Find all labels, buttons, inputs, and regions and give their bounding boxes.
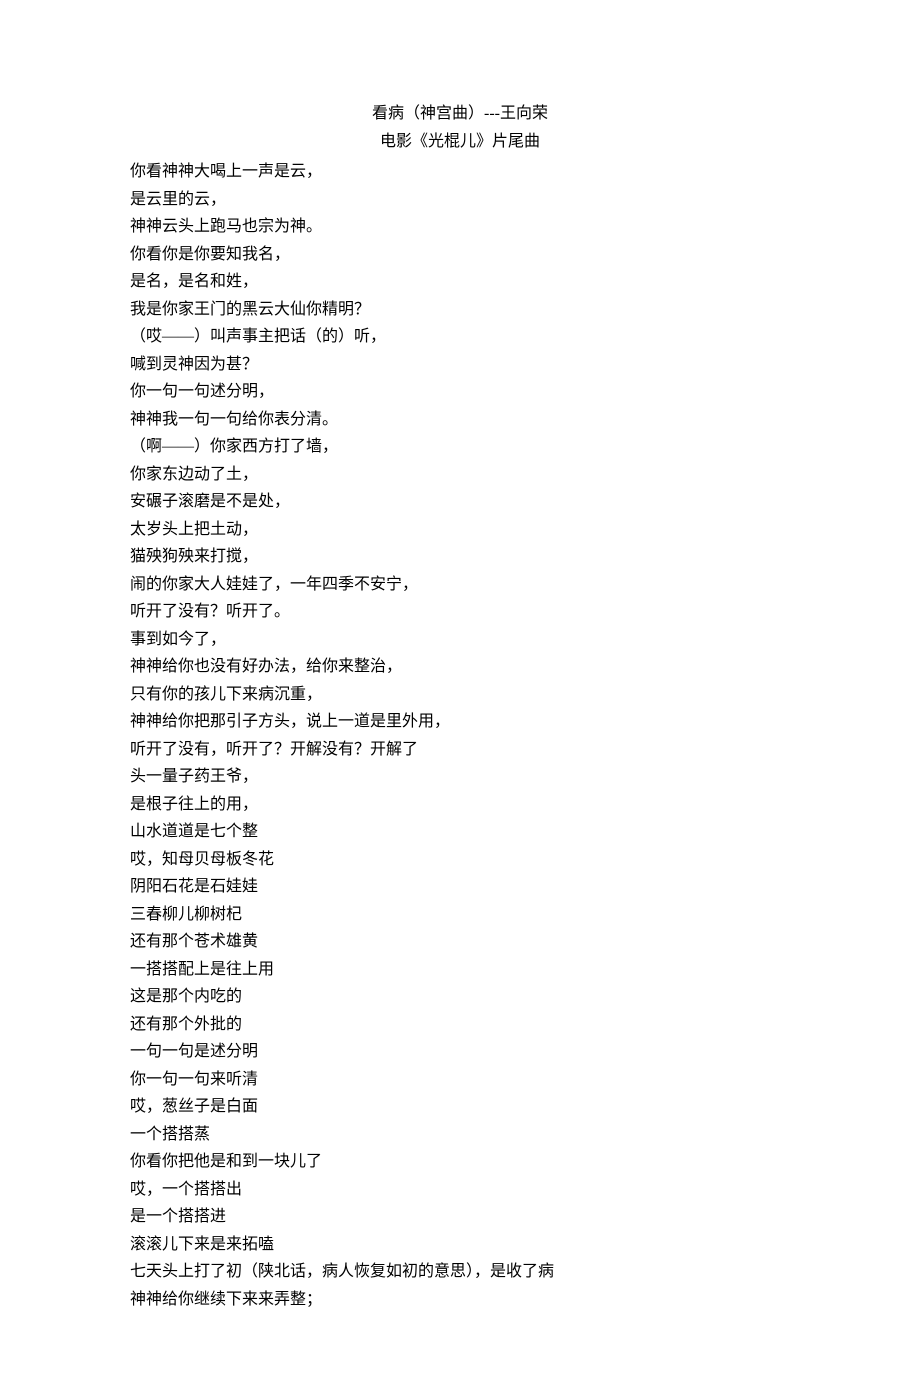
lyrics-body: 你看神神大喝上一声是云，是云里的云，神神云头上跑马也宗为神。你看你是你要知我名，… <box>130 158 790 1313</box>
lyric-line: 哎，知母贝母板冬花 <box>130 846 790 874</box>
lyric-line: 还有那个苍术雄黄 <box>130 928 790 956</box>
lyric-line: 太岁头上把土动， <box>130 516 790 544</box>
lyric-line: 闹的你家大人娃娃了，一年四季不安宁， <box>130 571 790 599</box>
lyric-line: 你看神神大喝上一声是云， <box>130 158 790 186</box>
lyric-line: 一句一句是述分明 <box>130 1038 790 1066</box>
lyric-line: 哎，葱丝子是白面 <box>130 1093 790 1121</box>
lyric-line: 神神云头上跑马也宗为神。 <box>130 213 790 241</box>
lyric-line: 哎，一个搭搭出 <box>130 1176 790 1204</box>
lyric-line: 神神给你也没有好办法，给你来整治， <box>130 653 790 681</box>
lyric-line: 听开了没有，听开了？开解没有？开解了 <box>130 736 790 764</box>
lyric-line: 事到如今了， <box>130 626 790 654</box>
lyric-line: 是云里的云， <box>130 186 790 214</box>
lyric-line: （哎——）叫声事主把话（的）听， <box>130 323 790 351</box>
lyric-line: 还有那个外批的 <box>130 1011 790 1039</box>
lyric-line: 我是你家王门的黑云大仙你精明？ <box>130 296 790 324</box>
lyric-line: 这是那个内吃的 <box>130 983 790 1011</box>
lyric-line: 神神给你继续下来来弄整； <box>130 1286 790 1314</box>
lyric-line: 你看你把他是和到一块儿了 <box>130 1148 790 1176</box>
lyric-line: 神神我一句一句给你表分清。 <box>130 406 790 434</box>
song-title: 看病（神宫曲）---王向荣 <box>130 100 790 128</box>
lyric-line: （啊——）你家西方打了墙， <box>130 433 790 461</box>
lyric-line: 山水道道是七个整 <box>130 818 790 846</box>
lyric-line: 你家东边动了土， <box>130 461 790 489</box>
lyric-line: 喊到灵神因为甚？ <box>130 351 790 379</box>
lyric-line: 你一句一句来听清 <box>130 1066 790 1094</box>
lyric-line: 是根子往上的用， <box>130 791 790 819</box>
lyric-line: 七天头上打了初（陕北话，病人恢复如初的意思），是收了病 <box>130 1258 790 1286</box>
lyric-line: 你一句一句述分明， <box>130 378 790 406</box>
lyric-line: 滚滚儿下来是来拓嗑 <box>130 1231 790 1259</box>
lyric-line: 听开了没有？听开了。 <box>130 598 790 626</box>
lyric-line: 是一个搭搭进 <box>130 1203 790 1231</box>
lyric-line: 猫殃狗殃来打搅， <box>130 543 790 571</box>
lyric-line: 阴阳石花是石娃娃 <box>130 873 790 901</box>
lyric-line: 三春柳儿柳树杞 <box>130 901 790 929</box>
lyric-line: 神神给你把那引子方头，说上一道是里外用， <box>130 708 790 736</box>
lyric-line: 头一量子药王爷， <box>130 763 790 791</box>
lyric-line: 一搭搭配上是往上用 <box>130 956 790 984</box>
lyric-line: 只有你的孩儿下来病沉重， <box>130 681 790 709</box>
lyric-line: 你看你是你要知我名， <box>130 241 790 269</box>
lyric-line: 一个搭搭蒸 <box>130 1121 790 1149</box>
lyric-line: 安碾子滚磨是不是处， <box>130 488 790 516</box>
song-subtitle: 电影《光棍儿》片尾曲 <box>130 128 790 156</box>
lyric-line: 是名，是名和姓， <box>130 268 790 296</box>
